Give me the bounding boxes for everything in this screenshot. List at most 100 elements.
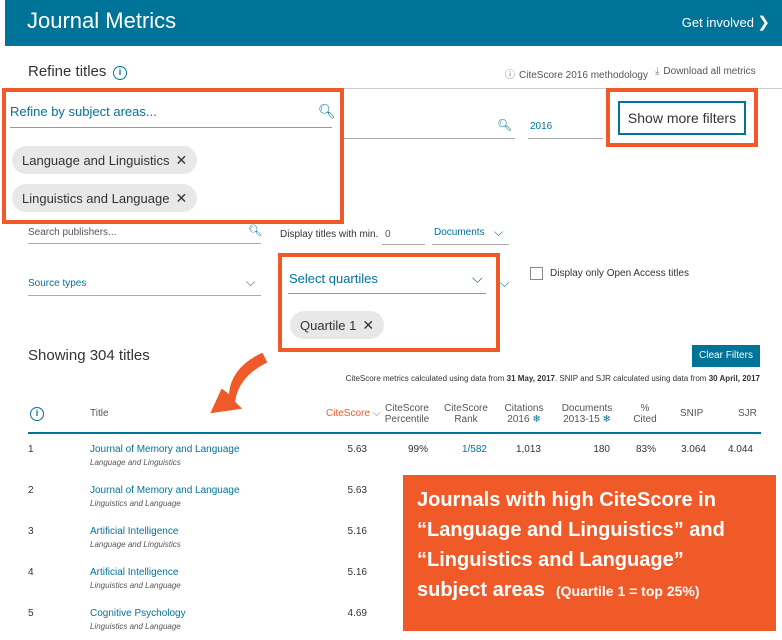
- row-number: 4: [28, 567, 34, 578]
- citescore-value: 5.16: [347, 526, 367, 537]
- documents-select[interactable]: Documents: [434, 227, 485, 238]
- close-icon[interactable]: ✕: [175, 152, 187, 168]
- min-value-underline: [382, 244, 425, 245]
- year-underline: [528, 138, 603, 139]
- cited-value: 83%: [635, 444, 656, 455]
- open-access-label: Display only Open Access titles: [550, 268, 689, 279]
- site-title[interactable]: Journal Metrics: [27, 8, 176, 34]
- subject-chip-linguistics-language[interactable]: Linguistics and Language ✕: [12, 184, 198, 212]
- close-icon[interactable]: ✕: [175, 190, 187, 206]
- table-header-divider: [28, 432, 761, 434]
- snowflake-icon: ❄: [602, 414, 611, 425]
- citescore-value: 5.63: [347, 444, 367, 455]
- download-metrics-link[interactable]: ⤓ Download all metrics: [655, 66, 756, 77]
- quartile-chip[interactable]: Quartile 1 ✕: [290, 311, 385, 339]
- row-number: 5: [28, 608, 34, 619]
- year-select[interactable]: 2016: [530, 121, 552, 132]
- row-number: 3: [28, 526, 34, 537]
- callout-line: “Language and Linguistics” and: [417, 519, 725, 541]
- col-cited[interactable]: % Cited: [630, 403, 660, 425]
- snip-value: 3.064: [680, 444, 706, 455]
- col-citations[interactable]: Citations 2016 ❄: [500, 403, 548, 425]
- search-icon[interactable]: 🔍︎: [497, 118, 512, 132]
- quartile-select[interactable]: Select quartiles: [289, 271, 378, 286]
- chevron-down-icon[interactable]: ⌵: [494, 225, 503, 240]
- subject-area-search-input[interactable]: Refine by subject areas...: [10, 104, 157, 119]
- callout-line: Journals with high CiteScore in: [417, 489, 716, 511]
- col-snip[interactable]: SNIP: [680, 408, 703, 419]
- chevron-down-icon: ⌵: [372, 408, 381, 419]
- clear-filters-button[interactable]: Clear Filters: [692, 345, 760, 367]
- quartile-filter-box: Select quartiles ⌵ Quartile 1 ✕: [278, 253, 500, 352]
- col-sjr[interactable]: SJR: [738, 408, 757, 419]
- arrow-graphic: [210, 352, 268, 414]
- open-access-checkbox[interactable]: [530, 267, 543, 280]
- journal-subject: Linguistics and Language: [90, 499, 181, 508]
- input-underline: [10, 127, 332, 128]
- get-involved-link[interactable]: Get involved: [682, 15, 754, 30]
- table-row: 1 Journal of Memory and Language Languag…: [0, 444, 782, 474]
- row-number: 1: [28, 444, 34, 455]
- citescore-value: 4.69: [347, 608, 367, 619]
- info-icon[interactable]: i: [30, 407, 44, 421]
- table-row: 2 Journal of Memory and Language Linguis…: [0, 485, 400, 515]
- col-percentile[interactable]: CiteScore Percentile: [383, 403, 431, 425]
- search-icon[interactable]: 🔍︎: [318, 103, 336, 120]
- callout-line: subject areas (Quartile 1 = top 25%): [417, 579, 700, 601]
- chevron-right-icon[interactable]: ❯: [757, 13, 770, 31]
- source-types-select[interactable]: Source types: [28, 278, 86, 289]
- journal-subject: Linguistics and Language: [90, 581, 181, 590]
- quartile-underline: [288, 293, 486, 294]
- documents-underline: [432, 244, 509, 245]
- col-title[interactable]: Title: [90, 408, 109, 419]
- chevron-down-icon[interactable]: ⌵: [472, 270, 483, 287]
- show-more-filters-highlight: Show more filters: [606, 88, 758, 147]
- refine-titles-heading: Refine titles: [28, 63, 107, 80]
- download-icon: ⤓: [655, 66, 660, 77]
- close-icon[interactable]: ✕: [362, 317, 374, 333]
- metrics-date-note: CiteScore metrics calculated using data …: [345, 374, 760, 383]
- subject-area-filter-box: Refine by subject areas... 🔍︎ Language a…: [2, 88, 344, 224]
- search-icon[interactable]: 🔍︎: [248, 224, 262, 237]
- source-types-underline: [28, 295, 261, 296]
- documents-value: 180: [593, 444, 610, 455]
- citations-value: 1,013: [515, 444, 541, 455]
- info-circle-icon: ⓘ: [505, 70, 515, 81]
- site-header: Journal Metrics Get involved ❯: [5, 0, 782, 46]
- col-rank[interactable]: CiteScore Rank: [442, 403, 490, 425]
- journal-title-link[interactable]: Cognitive Psychology: [90, 608, 186, 619]
- callout-annotation: Journals with high CiteScore in “Languag…: [403, 475, 776, 631]
- publisher-underline: [28, 243, 261, 244]
- col-citescore[interactable]: CiteScore ⌵: [326, 408, 380, 419]
- citescore-value: 5.16: [347, 567, 367, 578]
- results-count: Showing 304 titles: [28, 347, 150, 364]
- journal-title-link[interactable]: Artificial Intelligence: [90, 526, 178, 537]
- show-more-filters-button[interactable]: Show more filters: [618, 101, 746, 135]
- table-row: 3 Artificial Intelligence Language and L…: [0, 526, 400, 556]
- callout-line: “Linguistics and Language”: [417, 549, 684, 571]
- journal-title-link[interactable]: Artificial Intelligence: [90, 567, 178, 578]
- row-number: 2: [28, 485, 34, 496]
- search-underline: [340, 138, 515, 139]
- methodology-link[interactable]: ⓘ CiteScore 2016 methodology: [505, 66, 648, 81]
- publisher-search-input[interactable]: Search publishers...: [28, 227, 116, 238]
- rank-link[interactable]: 1/582: [450, 444, 487, 455]
- journal-subject: Language and Linguistics: [90, 540, 181, 549]
- journal-title-link[interactable]: Journal of Memory and Language: [90, 485, 240, 496]
- percentile-value: 99%: [407, 444, 428, 455]
- info-icon[interactable]: i: [113, 66, 127, 80]
- citescore-value: 5.63: [347, 485, 367, 496]
- journal-subject: Linguistics and Language: [90, 622, 181, 631]
- journal-subject: Language and Linguistics: [90, 458, 181, 467]
- table-row: 5 Cognitive Psychology Linguistics and L…: [0, 608, 400, 638]
- col-documents[interactable]: Documents 2013-15 ❄: [556, 403, 618, 425]
- display-min-label: Display titles with min.: [280, 229, 379, 240]
- snowflake-icon: ❄: [532, 414, 541, 425]
- subject-chip-language-linguistics[interactable]: Language and Linguistics ✕: [12, 146, 198, 174]
- chevron-down-icon[interactable]: ⌵: [500, 276, 509, 291]
- table-row: 4 Artificial Intelligence Linguistics an…: [0, 567, 400, 597]
- journal-title-link[interactable]: Journal of Memory and Language: [90, 444, 240, 455]
- chevron-down-icon[interactable]: ⌵: [246, 275, 255, 290]
- sjr-value: 4.044: [727, 444, 753, 455]
- min-value-input[interactable]: 0: [385, 229, 391, 240]
